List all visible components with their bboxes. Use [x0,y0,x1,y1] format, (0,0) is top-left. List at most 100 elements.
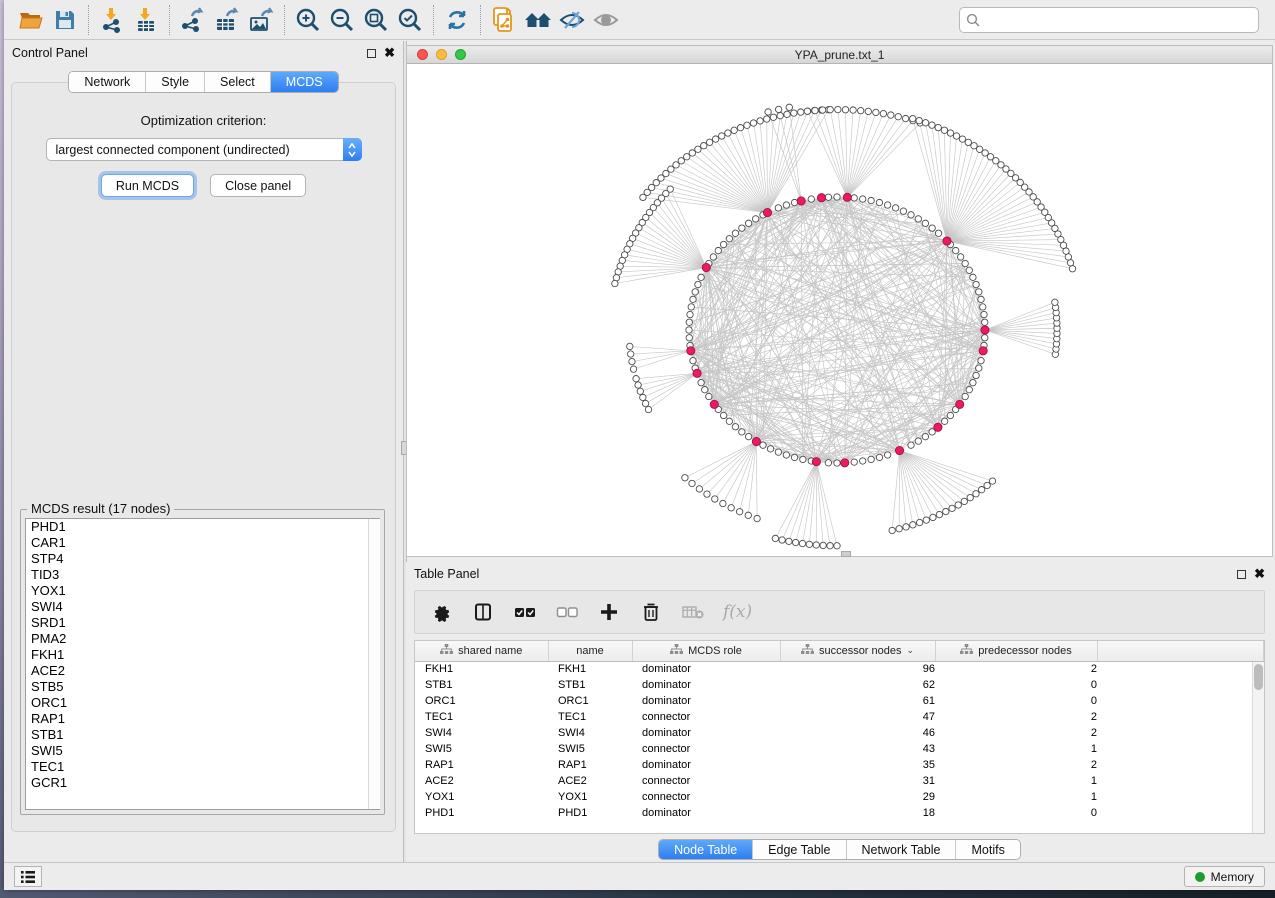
delete-column-icon[interactable] [639,600,663,624]
graph-node[interactable] [900,208,906,214]
result-list-item[interactable]: CAR1 [26,535,379,551]
table-row[interactable]: SWI4SWI4dominator462 [415,725,1264,741]
graph-mcds-hub-node[interactable] [981,326,989,334]
graph-satellite-node[interactable] [835,106,841,112]
graph-satellite-node[interactable] [978,487,984,493]
export-table-icon[interactable] [210,4,244,36]
graph-mcds-hub-node[interactable] [797,197,805,205]
graph-node[interactable] [706,393,712,399]
graph-satellite-node[interactable] [804,108,810,114]
graph-satellite-node[interactable] [827,106,833,112]
table-options-gear-icon[interactable] [429,600,453,624]
graph-satellite-node[interactable] [784,111,790,117]
tab-edge-table[interactable]: Edge Table [753,840,846,859]
graph-mcds-hub-node[interactable] [934,423,942,431]
graph-node[interactable] [686,327,692,333]
graph-satellite-node[interactable] [630,366,636,372]
graph-mcds-hub-node[interactable] [702,263,710,271]
tab-mcds[interactable]: MCDS [271,72,338,92]
graph-mcds-hub-node[interactable] [841,459,849,467]
graph-node[interactable] [876,199,882,205]
graph-satellite-node[interactable] [842,107,848,113]
graph-node[interactable] [908,212,914,218]
graph-node[interactable] [976,289,982,295]
graph-mcds-hub-node[interactable] [943,237,951,245]
graph-node[interactable] [966,267,972,273]
graph-satellite-node[interactable] [820,542,826,548]
graph-node[interactable] [767,446,773,452]
result-list-item[interactable]: PHD1 [26,519,379,535]
automation-panel-button[interactable] [14,866,42,887]
graph-node[interactable] [692,289,698,295]
graph-satellite-node[interactable] [731,127,737,133]
memory-button[interactable]: Memory [1184,866,1265,887]
graph-mcds-hub-node[interactable] [763,208,771,216]
graph-satellite-node[interactable] [745,512,751,518]
result-list-item[interactable]: ACE2 [26,663,379,679]
result-list-item[interactable]: FKH1 [26,647,379,663]
graph-satellite-node[interactable] [961,498,967,504]
graph-node[interactable] [935,230,941,236]
graph-node[interactable] [892,205,898,211]
graph-node[interactable] [800,456,806,462]
hide-graphics-details-icon[interactable] [555,4,589,36]
graph-node[interactable] [739,225,745,231]
graph-satellite-node[interactable] [629,358,635,364]
graph-node[interactable] [688,304,694,310]
graph-satellite-node[interactable] [645,406,651,412]
graph-satellite-node[interactable] [827,543,833,549]
graph-satellite-node[interactable] [696,486,702,492]
graph-satellite-node[interactable] [943,508,949,514]
graph-satellite-node[interactable] [704,491,710,497]
save-session-icon[interactable] [48,4,82,36]
show-column-icon[interactable] [471,600,495,624]
apply-preferred-layout-icon[interactable] [440,4,474,36]
graph-satellite-node[interactable] [689,150,695,156]
network-splitter-handle[interactable] [841,551,851,557]
graph-satellite-node[interactable] [720,500,726,506]
network-canvas[interactable] [407,64,1272,556]
table-scrollbar[interactable] [1252,662,1264,833]
graph-node[interactable] [859,196,865,202]
result-list-item[interactable]: PMA2 [26,631,379,647]
graph-satellite-node[interactable] [929,122,935,128]
graph-satellite-node[interactable] [923,517,929,523]
result-list-item[interactable]: SWI4 [26,599,379,615]
graph-satellite-node[interactable] [719,133,725,139]
graph-satellite-node[interactable] [627,343,633,349]
zoom-fit-icon[interactable] [359,4,393,36]
graph-mcds-hub-node[interactable] [812,458,820,466]
import-network-from-database-icon[interactable] [487,4,521,36]
graph-node[interactable] [720,412,726,418]
graph-node[interactable] [962,393,968,399]
graph-satellite-node[interactable] [984,482,990,488]
tab-select[interactable]: Select [205,72,271,92]
graph-satellite-node[interactable] [757,118,763,124]
table-row[interactable]: TEC1TEC1connector472 [415,709,1264,725]
graph-satellite-node[interactable] [786,104,792,110]
graph-satellite-node[interactable] [947,130,953,136]
tab-network[interactable]: Network [69,72,146,92]
graph-satellite-node[interactable] [750,120,756,126]
graph-satellite-node[interactable] [953,133,959,139]
graph-node[interactable] [715,247,721,253]
graph-mcds-hub-node[interactable] [843,193,851,201]
graph-node[interactable] [876,454,882,460]
graph-node[interactable] [962,260,968,266]
graph-node[interactable] [922,433,928,439]
graph-node[interactable] [783,202,789,208]
opens-help-home-icon[interactable] [521,4,555,36]
graph-satellite-node[interactable] [777,113,783,119]
graph-satellite-node[interactable] [903,524,909,530]
graph-node[interactable] [686,335,692,341]
graph-node[interactable] [775,449,781,455]
float-table-panel-icon[interactable] [1237,570,1246,579]
graph-node[interactable] [978,296,984,302]
graph-node[interactable] [687,311,693,317]
graph-satellite-node[interactable] [1069,266,1075,272]
graph-node[interactable] [973,281,979,287]
result-list-item[interactable]: TID3 [26,567,379,583]
graph-node[interactable] [825,460,831,466]
graph-satellite-node[interactable] [989,478,995,484]
graph-node[interactable] [859,458,865,464]
